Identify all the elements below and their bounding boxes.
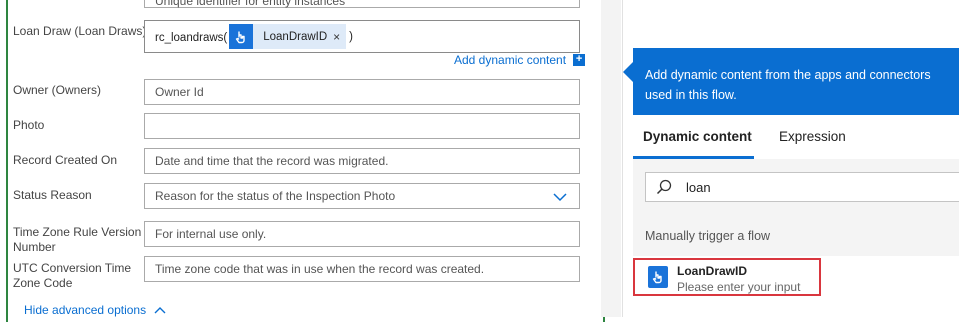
utc-conversion-placeholder: Time zone code that was in use when the … — [155, 262, 485, 276]
add-dynamic-content-label: Add dynamic content — [454, 53, 567, 67]
time-zone-rule-field[interactable]: For internal use only. — [144, 221, 580, 247]
status-reason-label: Status Reason — [13, 188, 92, 202]
time-zone-rule-label-line2: Number — [13, 240, 56, 254]
add-dynamic-content-icon: + — [573, 54, 586, 66]
section-title: Manually trigger a flow — [645, 229, 771, 243]
owner-label: Owner (Owners) — [13, 83, 102, 97]
search-input[interactable]: loan — [686, 180, 711, 195]
record-created-label: Record Created On — [13, 153, 118, 167]
chevron-down-icon[interactable] — [553, 191, 567, 205]
dynamic-content-header-text: Add dynamic content from the apps and co… — [645, 68, 931, 102]
panel-pointer — [623, 62, 633, 82]
owner-field[interactable]: Owner Id — [144, 79, 580, 105]
flow-trigger-icon — [229, 24, 254, 49]
utc-conversion-label-line1: UTC Conversion Time — [13, 261, 132, 275]
dynamic-content-header: Add dynamic content from the apps and co… — [633, 48, 959, 115]
utc-conversion-label: UTC Conversion Time Zone Code — [13, 261, 131, 291]
loan-draw-suffix: ) — [349, 30, 354, 43]
time-zone-rule-placeholder: For internal use only. — [155, 227, 267, 241]
hide-advanced-options-link[interactable]: Hide advanced options — [24, 301, 166, 319]
tab-expression[interactable]: Expression — [779, 129, 846, 144]
hide-advanced-label: Hide advanced options — [24, 303, 147, 317]
record-created-placeholder: Date and time that the record was migrat… — [155, 154, 389, 168]
item-title: LoanDrawID — [677, 264, 748, 278]
loan-draw-label: Loan Draw (Loan Draws) — [13, 24, 147, 38]
search-icon — [656, 179, 672, 200]
status-reason-placeholder: Reason for the status of the Inspection … — [155, 189, 396, 203]
time-zone-rule-label: Time Zone Rule Version Number — [13, 225, 141, 255]
utc-conversion-field[interactable]: Time zone code that was in use when the … — [144, 256, 580, 282]
record-created-field[interactable]: Date and time that the record was migrat… — [144, 148, 580, 174]
dynamic-content-panel: Add dynamic content from the apps and co… — [622, 0, 959, 317]
panel-gap — [601, 0, 621, 317]
photo-field[interactable] — [144, 113, 580, 139]
utc-conversion-label-line2: Zone Code — [13, 276, 73, 290]
token-label: LoanDrawID — [263, 30, 328, 43]
flow-trigger-icon — [648, 266, 668, 288]
loan-draw-prefix: rc_loandraws( — [155, 31, 228, 44]
id-field[interactable]: Unique identifier for entity instances — [144, 0, 580, 8]
tab-dynamic-content[interactable]: Dynamic content — [643, 129, 752, 144]
item-subtitle: Please enter your input — [677, 280, 801, 294]
dynamic-content-item[interactable]: LoanDrawID Please enter your input — [633, 256, 959, 317]
dynamic-content-search[interactable]: loan — [645, 172, 959, 202]
status-reason-select[interactable]: Reason for the status of the Inspection … — [144, 183, 580, 209]
loan-draw-field[interactable]: rc_loandraws( LoanDrawID × ) — [144, 20, 580, 53]
add-dynamic-content-link[interactable]: Add dynamic content + — [454, 53, 586, 67]
token-remove-icon[interactable]: × — [333, 30, 346, 44]
time-zone-rule-label-line1: Time Zone Rule Version — [13, 225, 142, 239]
owner-placeholder: Owner Id — [155, 85, 204, 99]
id-field-placeholder: Unique identifier for entity instances — [155, 0, 346, 8]
chevron-up-icon — [154, 301, 166, 319]
loan-draw-token[interactable]: LoanDrawID × — [229, 24, 347, 49]
photo-label: Photo — [13, 118, 45, 132]
